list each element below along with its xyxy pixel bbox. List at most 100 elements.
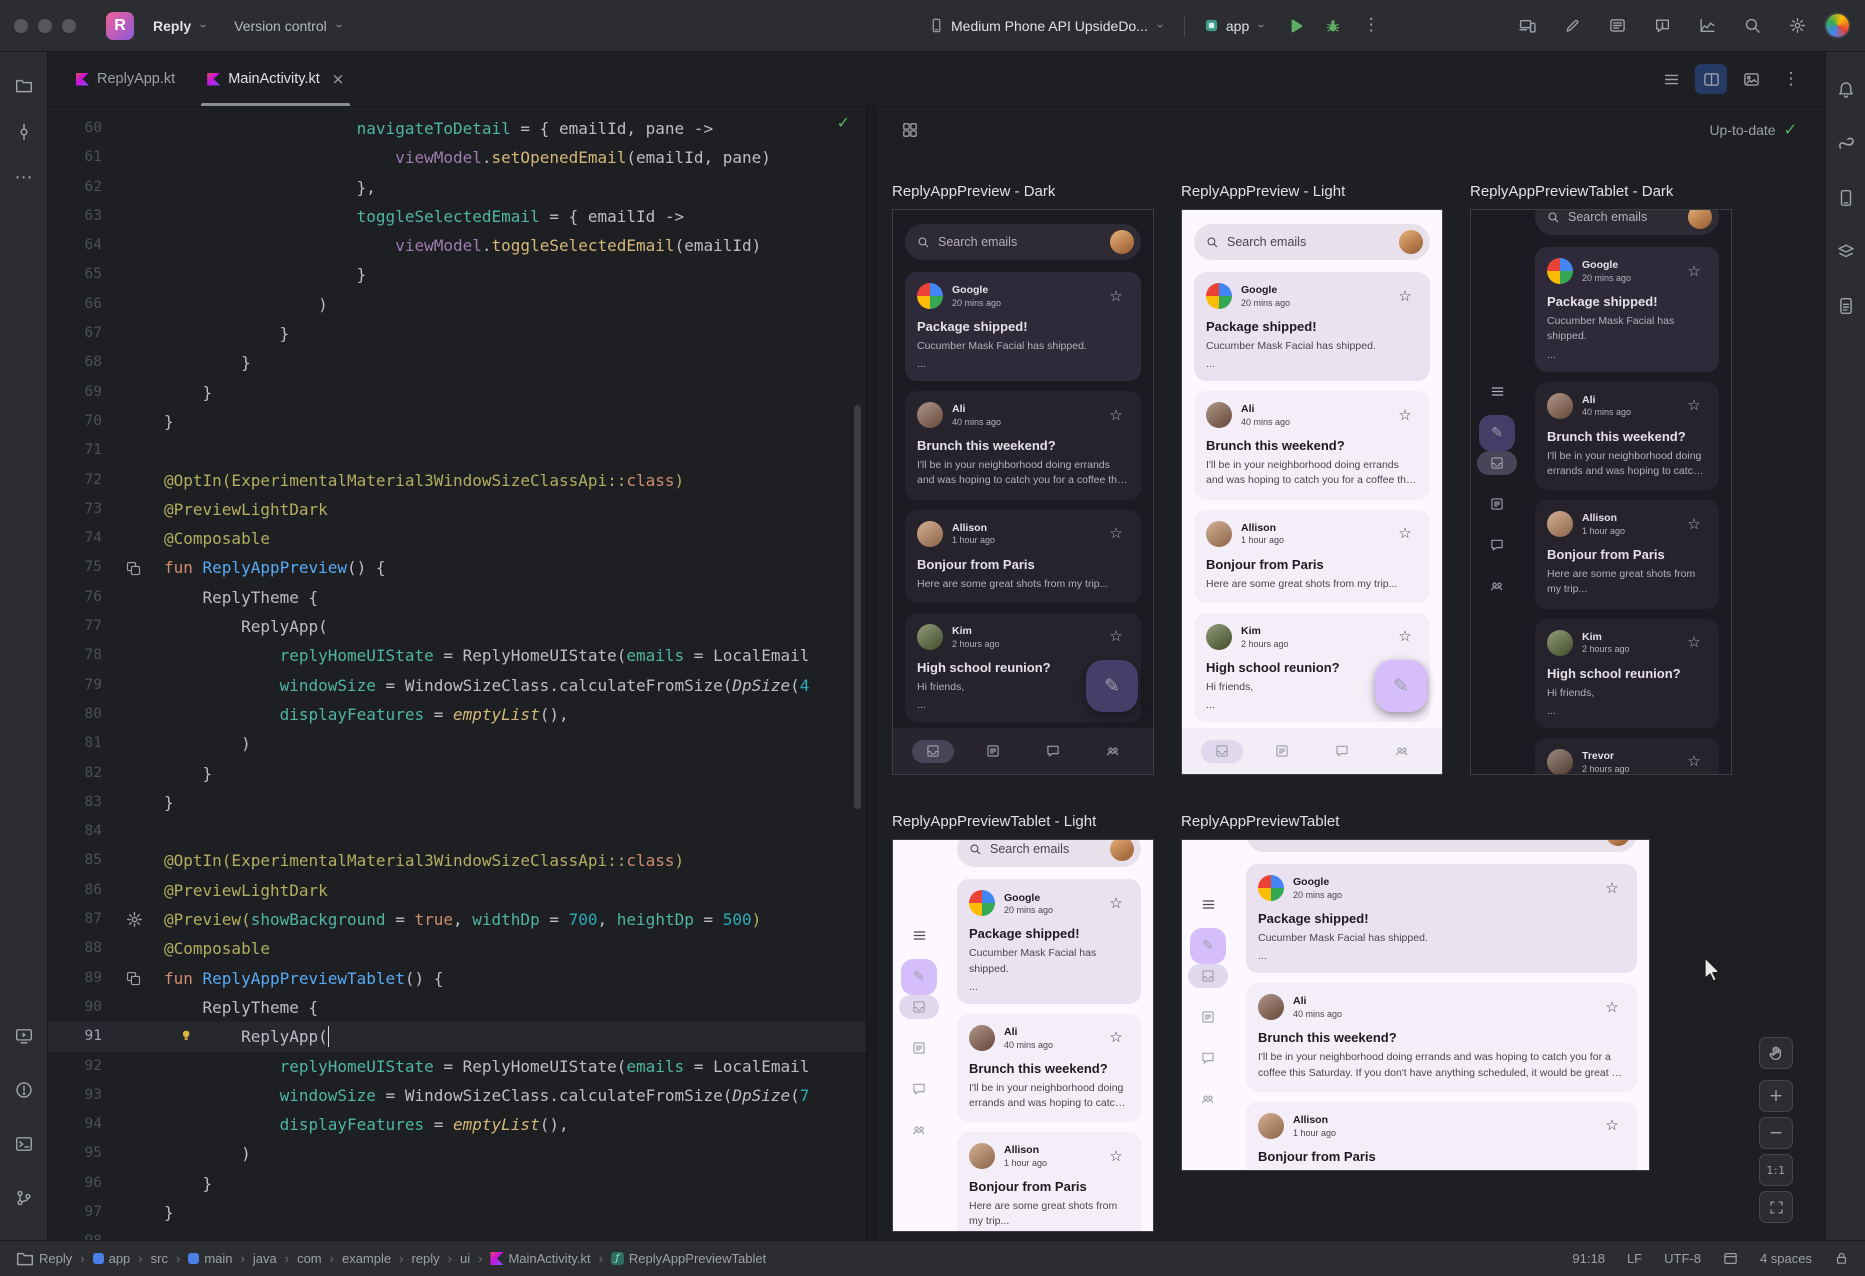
editor-scrollbar[interactable] — [854, 405, 861, 809]
nav-chat[interactable] — [899, 1077, 939, 1101]
code-line[interactable]: 75fun ReplyAppPreview() { — [48, 553, 866, 582]
breadcrumb-item[interactable]: reply — [411, 1251, 439, 1266]
code-line[interactable]: 84 — [48, 817, 866, 846]
preview-card-title[interactable]: ReplyAppPreview - Dark — [892, 183, 1055, 200]
code-line[interactable]: 82 } — [48, 759, 866, 788]
pan-button[interactable] — [1759, 1037, 1793, 1069]
more-run-actions-button[interactable]: ⋮ — [1353, 9, 1389, 43]
nav-articles[interactable] — [899, 1036, 939, 1060]
code-line[interactable]: 67 } — [48, 319, 866, 348]
code-line[interactable]: 76 ReplyTheme { — [48, 583, 866, 612]
preview-run-icon[interactable] — [126, 971, 141, 986]
email-item[interactable]: Google20 mins ago☆Package shipped!Cucumb… — [1194, 272, 1430, 381]
nav-inbox[interactable] — [1188, 964, 1228, 988]
code-line[interactable]: 83} — [48, 788, 866, 817]
close-window-button[interactable] — [14, 19, 28, 33]
email-item[interactable]: Allison1 hour ago☆Bonjour from ParisHere… — [905, 510, 1141, 603]
breadcrumb-item[interactable]: com — [297, 1251, 322, 1266]
email-item[interactable]: Google20 mins ago☆Package shipped!Cucumb… — [1246, 864, 1637, 973]
profile-avatar[interactable] — [1110, 839, 1134, 861]
star-button[interactable]: ☆ — [1681, 749, 1707, 775]
structure-button[interactable] — [1655, 64, 1687, 94]
star-button[interactable]: ☆ — [1681, 511, 1707, 537]
search-bar[interactable]: Search emails — [957, 839, 1141, 867]
star-button[interactable]: ☆ — [1599, 875, 1625, 901]
more-vertical-button[interactable]: ⋮ — [1775, 64, 1807, 94]
nav-inbox[interactable] — [1200, 736, 1244, 766]
profile-avatar[interactable] — [1399, 230, 1423, 254]
zoom-window-button[interactable] — [62, 19, 76, 33]
email-item[interactable]: Ali40 mins ago☆Brunch this weekend?I'll … — [1194, 391, 1430, 499]
star-button[interactable]: ☆ — [1103, 283, 1129, 309]
nav-articles[interactable] — [971, 736, 1015, 766]
preview-canvas[interactable]: ReplyAppPreview - Dark Search emails Googl… — [876, 153, 1825, 1240]
code-line[interactable]: 68 } — [48, 348, 866, 377]
email-item[interactable]: Google20 mins ago☆Package shipped!Cucumb… — [905, 272, 1141, 381]
code-line[interactable]: 89fun ReplyAppPreviewTablet() { — [48, 964, 866, 993]
code-line[interactable]: 62 }, — [48, 173, 866, 202]
breadcrumb-item[interactable]: MainActivity.kt — [490, 1251, 590, 1266]
code-line[interactable]: 74@Composable — [48, 524, 866, 553]
nav-chat[interactable] — [1477, 533, 1517, 557]
search-bar[interactable]: Search emails — [905, 224, 1141, 260]
code-line[interactable]: 72@OptIn(ExperimentalMaterial3WindowSize… — [48, 466, 866, 495]
search-button[interactable] — [1734, 9, 1770, 43]
email-item[interactable]: Ali40 mins ago☆Brunch this weekend?I'll … — [957, 1014, 1141, 1122]
star-button[interactable]: ☆ — [1103, 402, 1129, 428]
profile-avatar[interactable] — [1110, 230, 1134, 254]
code-line[interactable]: 79 windowSize = WindowSizeClass.calculat… — [48, 671, 866, 700]
code-line[interactable]: 95 ) — [48, 1139, 866, 1168]
preview-card[interactable]: ✎Search emailsGoogle20 mins ago☆Package … — [1470, 209, 1732, 775]
preview-card-title[interactable]: ReplyAppPreviewTablet — [1181, 813, 1339, 830]
nav-groups[interactable] — [1188, 1087, 1228, 1111]
version-control-tool-button[interactable] — [7, 1181, 41, 1215]
notifications-tool-button[interactable] — [1829, 73, 1863, 107]
device-selector[interactable]: Medium Phone API UpsideDo... — [920, 12, 1174, 40]
breadcrumb-item[interactable]: ui — [460, 1251, 470, 1266]
star-button[interactable]: ☆ — [1392, 521, 1418, 547]
compose-fab[interactable]: ✎ — [1479, 415, 1515, 451]
code-line[interactable]: 73@PreviewLightDark — [48, 495, 866, 524]
run-configuration-selector[interactable]: app — [1195, 12, 1275, 40]
nav-chat[interactable] — [1320, 736, 1364, 766]
more-horizontal-tool-button[interactable]: ⋯ — [7, 161, 41, 195]
email-item[interactable]: Allison1 hour ago☆Bonjour from ParisHere… — [1246, 1102, 1637, 1171]
preview-run-icon[interactable] — [126, 561, 141, 576]
email-item[interactable]: Allison1 hour ago☆Bonjour from ParisHere… — [957, 1132, 1141, 1232]
star-button[interactable]: ☆ — [1392, 624, 1418, 650]
email-item[interactable]: Trevor2 hours ago☆ — [1535, 738, 1719, 775]
code-line[interactable]: 96 } — [48, 1169, 866, 1198]
preview-card[interactable]: Search emails Google20 mins ago☆Package s… — [892, 209, 1154, 775]
compose-fab[interactable]: ✎ — [1086, 660, 1138, 712]
nav-groups[interactable] — [1091, 736, 1135, 766]
breadcrumb-item[interactable]: app — [93, 1251, 131, 1266]
zoom-out-button[interactable]: − — [1759, 1117, 1793, 1149]
code-line[interactable]: 69 } — [48, 378, 866, 407]
breadcrumb-item[interactable]: main — [188, 1251, 232, 1266]
code-line[interactable]: 97} — [48, 1198, 866, 1227]
editor-preview-splitter[interactable] — [866, 107, 876, 1240]
breadcrumb-item[interactable]: ƒReplyAppPreviewTablet — [611, 1251, 766, 1266]
intention-bulb-icon[interactable] — [180, 1029, 194, 1043]
menu-button[interactable] — [1490, 384, 1505, 399]
star-button[interactable]: ☆ — [1681, 258, 1707, 284]
version-control-menu[interactable]: Version control — [225, 12, 353, 40]
email-item[interactable]: Allison1 hour ago☆Bonjour from ParisHere… — [1194, 510, 1430, 603]
nav-groups[interactable] — [1477, 574, 1517, 598]
preview-card-title[interactable]: ReplyAppPreview - Light — [1181, 183, 1345, 200]
resource-manager-tool-button[interactable] — [1829, 235, 1863, 269]
settings-button[interactable] — [1779, 9, 1815, 43]
code-line[interactable]: 61 viewModel.setOpenedEmail(emailId, pan… — [48, 143, 866, 172]
file-encoding[interactable]: UTF-8 — [1664, 1251, 1701, 1266]
problems-tool-button[interactable] — [7, 1073, 41, 1107]
code-line[interactable]: 64 viewModel.toggleSelectedEmail(emailId… — [48, 231, 866, 260]
preview-card-title[interactable]: ReplyAppPreviewTablet - Dark — [1470, 183, 1673, 200]
editor-mode-indicator[interactable] — [1723, 1251, 1738, 1266]
inspection-status-icon[interactable]: ✓ — [837, 115, 850, 131]
star-button[interactable]: ☆ — [1599, 994, 1625, 1020]
code-line[interactable]: 65 } — [48, 260, 866, 289]
star-button[interactable]: ☆ — [1599, 1113, 1625, 1139]
search-bar[interactable]: Search emails — [1535, 209, 1719, 235]
nav-chat[interactable] — [1031, 736, 1075, 766]
email-item[interactable]: Ali40 mins ago☆Brunch this weekend?I'll … — [1246, 983, 1637, 1091]
